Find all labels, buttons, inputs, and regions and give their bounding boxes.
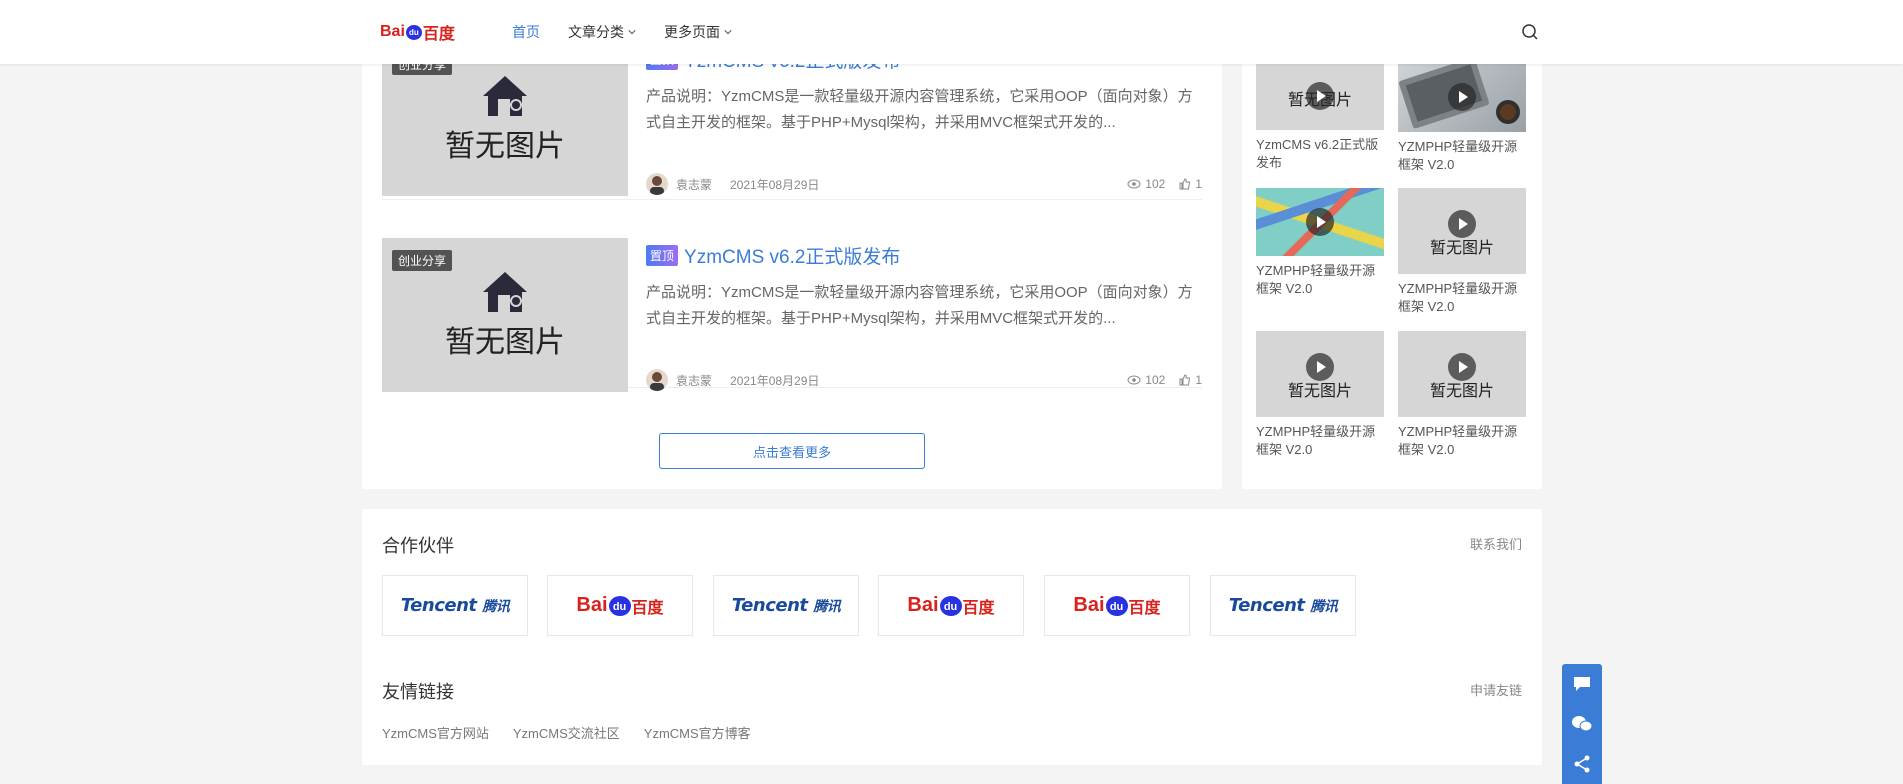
pinned-badge: 置顶	[646, 245, 679, 266]
article-thumbnail[interactable]: 暂无图片 创业分享	[382, 42, 628, 196]
sidebar-video-item[interactable]: 暂无图片 YZMPHP轻量级开源框架 V2.0	[1398, 188, 1526, 316]
article-desc: 产品说明：YzmCMS是一款轻量级开源内容管理系统，它采用OOP（面向对象）方式…	[646, 88, 1193, 131]
partner-logo-baidu[interactable]: Bai du 百度	[1044, 575, 1190, 636]
sidebar-video-item[interactable]: YZMPHP轻量级开源框架 V2.0	[1398, 62, 1526, 174]
chat-icon	[1574, 677, 1590, 691]
video-title[interactable]: YZMPHP轻量级开源框架 V2.0	[1256, 262, 1384, 298]
search-icon[interactable]	[1520, 22, 1540, 42]
baidu-logo: Bai du 百度	[380, 23, 455, 43]
article-meta: 袁志蒙 2021年08月29日 102 1	[646, 172, 1202, 196]
video-title[interactable]: YZMPHP轻量级开源框架 V2.0	[1256, 423, 1384, 459]
post-date: 2021年08月29日	[730, 177, 820, 192]
friend-link[interactable]: YzmCMS官方博客	[644, 723, 751, 742]
wechat-button[interactable]	[1562, 704, 1602, 744]
site-logo[interactable]: Bai du 百度	[380, 20, 455, 44]
views-count: 102	[1127, 373, 1165, 387]
friend-links-title: 友情链接	[382, 682, 454, 702]
partner-logo-baidu[interactable]: Bai du 百度	[878, 575, 1024, 636]
video-title[interactable]: YzmCMS v6.2正式版发布	[1256, 136, 1384, 172]
article-meta: 袁志蒙 2021年08月29日 102 1	[646, 368, 1202, 392]
likes-count[interactable]: 1	[1179, 373, 1202, 387]
author-name[interactable]: 袁志蒙	[676, 176, 712, 193]
video-thumbnail[interactable]: 暂无图片	[1256, 331, 1384, 417]
load-more-button[interactable]: 点击查看更多	[659, 433, 925, 469]
thumbs-up-icon	[1179, 374, 1191, 386]
avatar[interactable]	[646, 369, 668, 391]
play-icon[interactable]	[1448, 210, 1476, 238]
video-thumbnail[interactable]	[1256, 188, 1384, 256]
chat-button[interactable]	[1562, 664, 1602, 704]
sidebar-video-item[interactable]: 暂无图片 YZMPHP轻量级开源框架 V2.0	[1398, 331, 1526, 459]
sidebar-video-item[interactable]: 暂无图片 YzmCMS v6.2正式版发布	[1256, 62, 1384, 172]
sidebar-video-list: 暂无图片 YzmCMS v6.2正式版发布 YZMPHP轻量级开源框架 V2.0	[1242, 0, 1542, 489]
home-icon	[483, 76, 527, 116]
friend-links-list: YzmCMS官方网站 YzmCMS交流社区 YzmCMS官方博客	[382, 723, 751, 742]
play-icon[interactable]	[1306, 353, 1334, 381]
partner-logo-baidu[interactable]: Bai du 百度	[547, 575, 693, 636]
likes-count[interactable]: 1	[1179, 177, 1202, 191]
chevron-down-icon	[628, 30, 636, 35]
share-button[interactable]	[1562, 744, 1602, 784]
play-icon[interactable]	[1448, 83, 1476, 111]
play-icon[interactable]	[1306, 208, 1334, 236]
partners-title: 合作伙伴	[382, 536, 454, 556]
wechat-icon	[1572, 716, 1593, 732]
thumbs-up-icon	[1179, 178, 1191, 190]
article-desc: 产品说明：YzmCMS是一款轻量级开源内容管理系统，它采用OOP（面向对象）方式…	[646, 284, 1193, 327]
video-thumbnail[interactable]: 暂无图片	[1398, 331, 1526, 417]
category-tag[interactable]: 创业分享	[392, 250, 453, 271]
article-title[interactable]: 置顶 YzmCMS v6.2正式版发布	[646, 242, 900, 269]
eye-icon	[1127, 179, 1141, 189]
author-name[interactable]: 袁志蒙	[676, 372, 712, 389]
video-thumbnail[interactable]	[1398, 62, 1526, 132]
partners-section: 合作伙伴 联系我们 Tencent 腾讯 Bai du 百度 Tencent 腾讯 …	[362, 509, 1542, 765]
chevron-down-icon	[724, 30, 732, 35]
nav-item-home[interactable]: 首页	[512, 22, 540, 42]
play-icon[interactable]	[1306, 82, 1334, 110]
home-icon	[483, 272, 527, 312]
main-nav: 首页 文章分类 更多页面	[512, 0, 732, 64]
article-item[interactable]: 暂无图片 创业分享 置顶 YzmCMS v6.2正式版发布 产品说明：YzmCM…	[382, 218, 1202, 392]
video-title[interactable]: YZMPHP轻量级开源框架 V2.0	[1398, 138, 1526, 174]
partner-logo-tencent[interactable]: Tencent 腾讯	[382, 575, 528, 636]
views-count: 102	[1127, 177, 1165, 191]
floating-toolbar	[1562, 664, 1602, 784]
friend-link[interactable]: YzmCMS交流社区	[513, 723, 620, 742]
video-thumbnail[interactable]: 暂无图片	[1256, 62, 1384, 130]
site-header: Bai du 百度 首页 文章分类 更多页面	[0, 0, 1903, 64]
apply-link-button[interactable]: 申请友链	[1470, 680, 1522, 699]
nav-item-more-pages[interactable]: 更多页面	[664, 22, 732, 42]
sidebar-video-item[interactable]: 暂无图片 YZMPHP轻量级开源框架 V2.0	[1256, 331, 1384, 459]
eye-icon	[1127, 375, 1141, 385]
nav-item-categories[interactable]: 文章分类	[568, 22, 636, 42]
play-icon[interactable]	[1448, 353, 1476, 381]
video-thumbnail[interactable]: 暂无图片	[1398, 188, 1526, 274]
contact-us-link[interactable]: 联系我们	[1470, 534, 1522, 553]
video-title[interactable]: YZMPHP轻量级开源框架 V2.0	[1398, 280, 1526, 316]
post-date: 2021年08月29日	[730, 373, 820, 388]
friend-link[interactable]: YzmCMS官方网站	[382, 723, 489, 742]
partner-logo-tencent[interactable]: Tencent 腾讯	[713, 575, 859, 636]
article-list: 暂无图片 创业分享 置顶 YzmCMS v6.2正式版发布 产品说明：YzmCM…	[362, 0, 1222, 489]
partner-logo-tencent[interactable]: Tencent 腾讯	[1210, 575, 1356, 636]
share-icon	[1574, 755, 1590, 773]
article-thumbnail[interactable]: 暂无图片 创业分享	[382, 238, 628, 392]
avatar[interactable]	[646, 173, 668, 195]
video-title[interactable]: YZMPHP轻量级开源框架 V2.0	[1398, 423, 1526, 459]
sidebar-video-item[interactable]: YZMPHP轻量级开源框架 V2.0	[1256, 188, 1384, 298]
